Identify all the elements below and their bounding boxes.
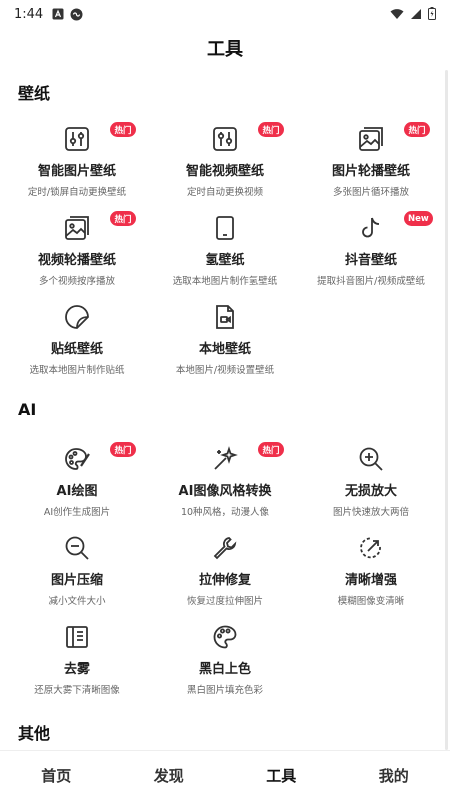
tool-ai-drawing[interactable]: 热门 AI绘图 AI创作生成图片 [2, 440, 152, 526]
notification-a-icon [51, 8, 64, 21]
image-stack-icon [356, 124, 386, 154]
tool-name: AI绘图 [56, 484, 98, 499]
tool-clarity-enhance[interactable]: 清晰增强 模糊图像变清晰 [296, 529, 446, 615]
adjust-sliders-icon [210, 124, 240, 154]
status-bar: 1:44 [0, 0, 450, 28]
tool-desc: 多张图片循环播放 [332, 187, 409, 198]
nav-tools[interactable]: 工具 [225, 751, 338, 800]
section-title-ai: AI [18, 400, 37, 419]
magic-wand-icon [210, 444, 240, 474]
section-title-other: 其他 [18, 724, 51, 743]
tool-desc: 10种风格，动漫人像 [180, 507, 270, 518]
hot-badge: 热门 [404, 122, 430, 137]
nav-home[interactable]: 首页 [0, 751, 113, 800]
tool-name: 贴纸壁纸 [50, 342, 103, 357]
tool-desc: 多个视频按序播放 [38, 276, 115, 287]
adjust-sliders-icon [62, 124, 92, 154]
tool-name: 氢壁纸 [205, 253, 245, 268]
nav-mine[interactable]: 我的 [338, 751, 450, 800]
tool-desc: 图片快速放大两倍 [332, 507, 409, 518]
tool-desc: 恢复过度拉伸图片 [186, 596, 263, 607]
tool-smart-image-wallpaper[interactable]: 热门 智能图片壁纸 定时/锁屏自动更换壁纸 [2, 120, 152, 206]
tool-name: 无损放大 [344, 484, 397, 499]
tool-image-carousel-wallpaper[interactable]: 热门 图片轮播壁纸 多张图片循环播放 [296, 120, 446, 206]
tool-desc: 定时自动更换视频 [186, 187, 263, 198]
tool-ai-style-transfer[interactable]: 热门 AI图像风格转换 10种风格，动漫人像 [150, 440, 300, 526]
notification-app-icon [70, 8, 83, 21]
zoom-out-icon [62, 533, 92, 563]
page-title: 工具 [207, 39, 243, 60]
tool-image-compress[interactable]: 图片压缩 减小文件大小 [2, 529, 152, 615]
tool-video-carousel-wallpaper[interactable]: 热门 视频轮播壁纸 多个视频按序播放 [2, 209, 152, 295]
wrench-icon [210, 533, 240, 563]
hot-badge: 热门 [258, 122, 284, 137]
book-icon [62, 622, 92, 652]
enhance-icon [356, 533, 386, 563]
tool-name: 抖音壁纸 [344, 253, 397, 268]
tiktok-icon [356, 213, 386, 243]
tool-name: 黑白上色 [198, 662, 251, 677]
zoom-in-icon [356, 444, 386, 474]
tool-stretch-repair[interactable]: 拉伸修复 恢复过度拉伸图片 [150, 529, 300, 615]
tool-name: 去雾 [63, 662, 90, 677]
tool-desc: 本地图片/视频设置壁纸 [175, 365, 275, 376]
palette-icon [210, 622, 240, 652]
tool-name: AI图像风格转换 [178, 484, 272, 499]
battery-icon [428, 5, 436, 24]
image-stack-icon [62, 213, 92, 243]
video-file-icon [210, 302, 240, 332]
tool-douyin-wallpaper[interactable]: New 抖音壁纸 提取抖音图片/视频成壁纸 [296, 209, 446, 295]
phone-icon [210, 213, 240, 243]
tool-local-wallpaper[interactable]: 本地壁纸 本地图片/视频设置壁纸 [150, 298, 300, 384]
tool-dehaze[interactable]: 去雾 还原大雾下清晰图像 [2, 618, 152, 704]
tool-desc: 提取抖音图片/视频成壁纸 [317, 276, 425, 287]
tool-desc: 定时/锁屏自动更换壁纸 [27, 187, 127, 198]
tool-desc: 模糊图像变清晰 [337, 596, 405, 607]
tool-desc: 减小文件大小 [48, 596, 106, 607]
hot-badge: 热门 [110, 211, 136, 226]
tool-desc: 选取本地图片制作贴纸 [29, 365, 125, 376]
tool-colorize[interactable]: 黑白上色 黑白图片填充色彩 [150, 618, 300, 704]
tool-desc: 黑白图片填充色彩 [186, 685, 263, 696]
tool-desc: 选取本地图片制作氢壁纸 [172, 276, 278, 287]
hot-badge: 热门 [110, 122, 136, 137]
nav-discover[interactable]: 发现 [113, 751, 226, 800]
palette-icon [62, 444, 92, 474]
tools-content[interactable]: 壁纸 热门 智能图片壁纸 定时/锁屏自动更换壁纸 热门 智能视频壁纸 定时自动更… [0, 68, 450, 750]
tool-sticker-wallpaper[interactable]: 贴纸壁纸 选取本地图片制作贴纸 [2, 298, 152, 384]
tool-name: 拉伸修复 [198, 573, 251, 588]
wifi-icon [390, 5, 404, 24]
section-title-wallpaper: 壁纸 [18, 84, 51, 103]
tool-name: 本地壁纸 [198, 342, 251, 357]
tool-desc: 还原大雾下清晰图像 [34, 685, 120, 696]
hot-badge: 热门 [258, 442, 284, 457]
signal-icon [410, 5, 422, 24]
tool-smart-video-wallpaper[interactable]: 热门 智能视频壁纸 定时自动更换视频 [150, 120, 300, 206]
tool-name: 智能视频壁纸 [185, 164, 264, 179]
tool-lossless-upscale[interactable]: 无损放大 图片快速放大两倍 [296, 440, 446, 526]
hot-badge: 热门 [110, 442, 136, 457]
page-header: 工具 [0, 28, 450, 68]
tool-desc: AI创作生成图片 [43, 507, 111, 518]
tool-hydrogen-wallpaper[interactable]: 氢壁纸 选取本地图片制作氢壁纸 [150, 209, 300, 295]
bottom-nav: 首页 发现 工具 我的 [0, 750, 450, 800]
tool-name: 智能图片壁纸 [37, 164, 116, 179]
tool-name: 清晰增强 [344, 573, 397, 588]
status-time: 1:44 [14, 6, 44, 22]
tool-name: 视频轮播壁纸 [37, 253, 116, 268]
sticker-icon [62, 302, 92, 332]
tool-name: 图片轮播壁纸 [331, 164, 410, 179]
tool-name: 图片压缩 [50, 573, 103, 588]
new-badge: New [404, 211, 433, 226]
